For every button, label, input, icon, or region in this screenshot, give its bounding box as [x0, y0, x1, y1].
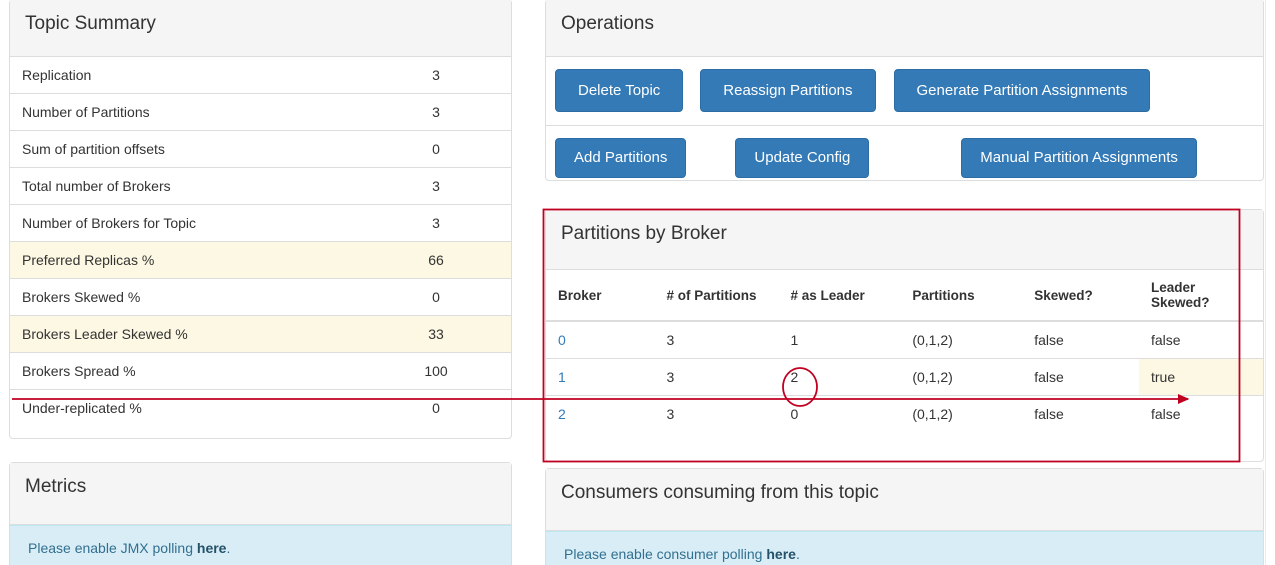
operation-button-generate-partition-assignments[interactable]: Generate Partition Assignments — [893, 69, 1151, 113]
table-row: Brokers Skewed % 0 — [10, 278, 511, 316]
broker-cell-partitions: (0,1,2) — [900, 395, 1023, 432]
table-row: Brokers Spread % 100 — [10, 352, 511, 390]
broker-cell-partitions: (0,1,2) — [900, 358, 1023, 396]
broker-cell-leader_skewed: false — [1150, 332, 1181, 348]
metrics-heading: Metrics — [10, 463, 511, 525]
broker-table-header-cell: Leader Skewed? — [1138, 270, 1263, 322]
operation-button-add-partitions[interactable]: Add Partitions — [555, 138, 687, 178]
table-row: Sum of partition offsets 0 — [10, 130, 511, 168]
summary-row-label: Replication — [22, 67, 92, 83]
broker-table-header-cell: Partitions — [900, 270, 1023, 322]
table-row: Total number of Brokers 3 — [10, 167, 511, 205]
metrics-jmx-alert: Please enable JMX polling here. — [10, 525, 511, 565]
metrics-alert-text: Please enable JMX polling — [28, 540, 197, 556]
broker-cell-num_as_leader: 1 — [790, 332, 799, 348]
broker-cell-skewed: false — [1034, 332, 1064, 348]
table-row: 1 3 2 (0,1,2) false true — [546, 358, 1263, 396]
broker-cell-partitions: (0,1,2) — [912, 332, 953, 348]
broker-link[interactable]: 2 — [546, 395, 655, 432]
consumers-heading: Consumers consuming from this topic — [546, 469, 1263, 531]
broker-table-header-cell: # of Partitions — [654, 270, 779, 322]
summary-row-label: Under-replicated % — [10, 389, 361, 426]
topic-summary-title: Topic Summary — [25, 13, 156, 34]
table-row: 0 3 1 (0,1,2) false false — [546, 321, 1263, 359]
operation-button-reassign-partitions[interactable]: Reassign Partitions — [700, 69, 876, 113]
metrics-panel: Metrics Please enable JMX polling here. — [9, 462, 512, 565]
broker-table-header-cell: # as Leader — [778, 270, 901, 322]
consumers-alert-suffix: . — [795, 546, 800, 562]
broker-link[interactable]: 0 — [546, 321, 654, 359]
table-row: Number of Brokers for Topic 3 — [10, 204, 511, 242]
summary-row-value: 3 — [361, 93, 511, 131]
topic-summary-table: Replication 3 Number of Partitions 3 Sum of … — [10, 57, 511, 426]
table-row: Replication 3 — [10, 57, 511, 94]
operation-button-manual-partition-assignments[interactable]: Manual Partition Assignments — [961, 138, 1197, 178]
broker-link[interactable]: 1 — [546, 358, 655, 396]
broker-table-header-cell: Skewed? — [1022, 270, 1139, 322]
operations-button-row-2: Add Partitions Update Config Manual Partit… — [546, 125, 1263, 190]
topic-summary-panel: Topic Summary Replication 3 Number of Part… — [9, 0, 512, 439]
metrics-alert-suffix: . — [226, 540, 231, 556]
operations-button-row-1: Delete Topic Reassign Partitions Generate … — [546, 57, 1263, 125]
broker-cell-skewed: false — [1022, 358, 1139, 396]
summary-row-value: 33 — [361, 315, 511, 353]
table-row: Brokers Leader Skewed % 33 — [10, 315, 511, 353]
partitions-by-broker-title: Partitions by Broker — [561, 223, 727, 244]
broker-cell-num_partitions: 3 — [654, 395, 779, 432]
summary-row-label: Number of Partitions — [10, 93, 361, 131]
partitions-by-broker-panel: Partitions by Broker Broker # of Partitio… — [545, 209, 1264, 462]
broker-table-head: Broker # of Partitions # as Leader Partitio… — [546, 270, 1263, 322]
broker-cell-num_partitions: 3 — [654, 358, 779, 396]
summary-row-value: 0 — [361, 278, 511, 316]
summary-row-value: 3 — [432, 67, 440, 83]
partitions-by-broker-table: Broker # of Partitions # as Leader Partitio… — [546, 270, 1263, 432]
summary-row-label: Brokers Leader Skewed % — [10, 315, 361, 353]
summary-row-label: Total number of Brokers — [10, 167, 361, 205]
summary-row-value: 0 — [361, 389, 511, 426]
broker-cell-skewed: false — [1022, 395, 1139, 432]
broker-table-body: 0 3 1 (0,1,2) false false 1 3 2 (0,1,2) false true 2… — [546, 321, 1263, 432]
summary-row-label: Sum of partition offsets — [10, 130, 361, 168]
metrics-alert-link[interactable]: here — [197, 540, 227, 556]
topic-summary-heading: Topic Summary — [10, 0, 511, 57]
table-row: Number of Partitions 3 — [10, 93, 511, 131]
operations-title: Operations — [561, 13, 654, 34]
summary-row-label: Number of Brokers for Topic — [10, 204, 361, 242]
consumers-panel: Consumers consuming from this topic Plea… — [545, 468, 1264, 565]
partitions-by-broker-heading: Partitions by Broker — [546, 210, 1263, 270]
metrics-title: Metrics — [25, 476, 87, 497]
summary-row-value: 66 — [361, 241, 511, 279]
consumers-polling-alert: Please enable consumer polling here. — [546, 531, 1263, 565]
consumers-alert-link[interactable]: here — [766, 546, 796, 562]
summary-row-value: 0 — [361, 130, 511, 168]
page-root: Topic Summary Replication 3 Number of Part… — [0, 0, 1275, 565]
broker-cell-leader_skewed: false — [1138, 395, 1263, 432]
summary-row-value: 3 — [361, 204, 511, 242]
page-scrollbar[interactable] — [1265, 0, 1275, 565]
operations-panel: Operations Delete Topic Reassign Partitio… — [545, 0, 1264, 181]
broker-table-header-row: Broker # of Partitions # as Leader Partitio… — [546, 270, 1263, 322]
broker-cell-num_partitions: 3 — [666, 332, 675, 348]
broker-cell-num_as_leader: 0 — [778, 395, 901, 432]
summary-row-label: Brokers Spread % — [10, 352, 361, 390]
summary-row-value: 3 — [361, 167, 511, 205]
broker-cell-num_as_leader: 2 — [778, 358, 901, 396]
table-row: Under-replicated % 0 — [10, 389, 511, 426]
summary-row-label: Brokers Skewed % — [10, 278, 361, 316]
broker-cell-leader_skewed: true — [1138, 358, 1263, 396]
operation-button-update-config[interactable]: Update Config — [735, 138, 870, 178]
summary-row-label: Preferred Replicas % — [10, 241, 361, 279]
operations-heading: Operations — [546, 0, 1263, 57]
consumers-alert-text: Please enable consumer polling — [564, 546, 767, 562]
table-row: Preferred Replicas % 66 — [10, 241, 511, 279]
consumers-title: Consumers consuming from this topic — [561, 482, 879, 503]
operation-button-delete-topic[interactable]: Delete Topic — [555, 69, 684, 113]
summary-row-value: 100 — [361, 352, 511, 390]
table-row: 2 3 0 (0,1,2) false false — [546, 395, 1263, 432]
broker-table-header-cell: Broker — [546, 270, 655, 322]
